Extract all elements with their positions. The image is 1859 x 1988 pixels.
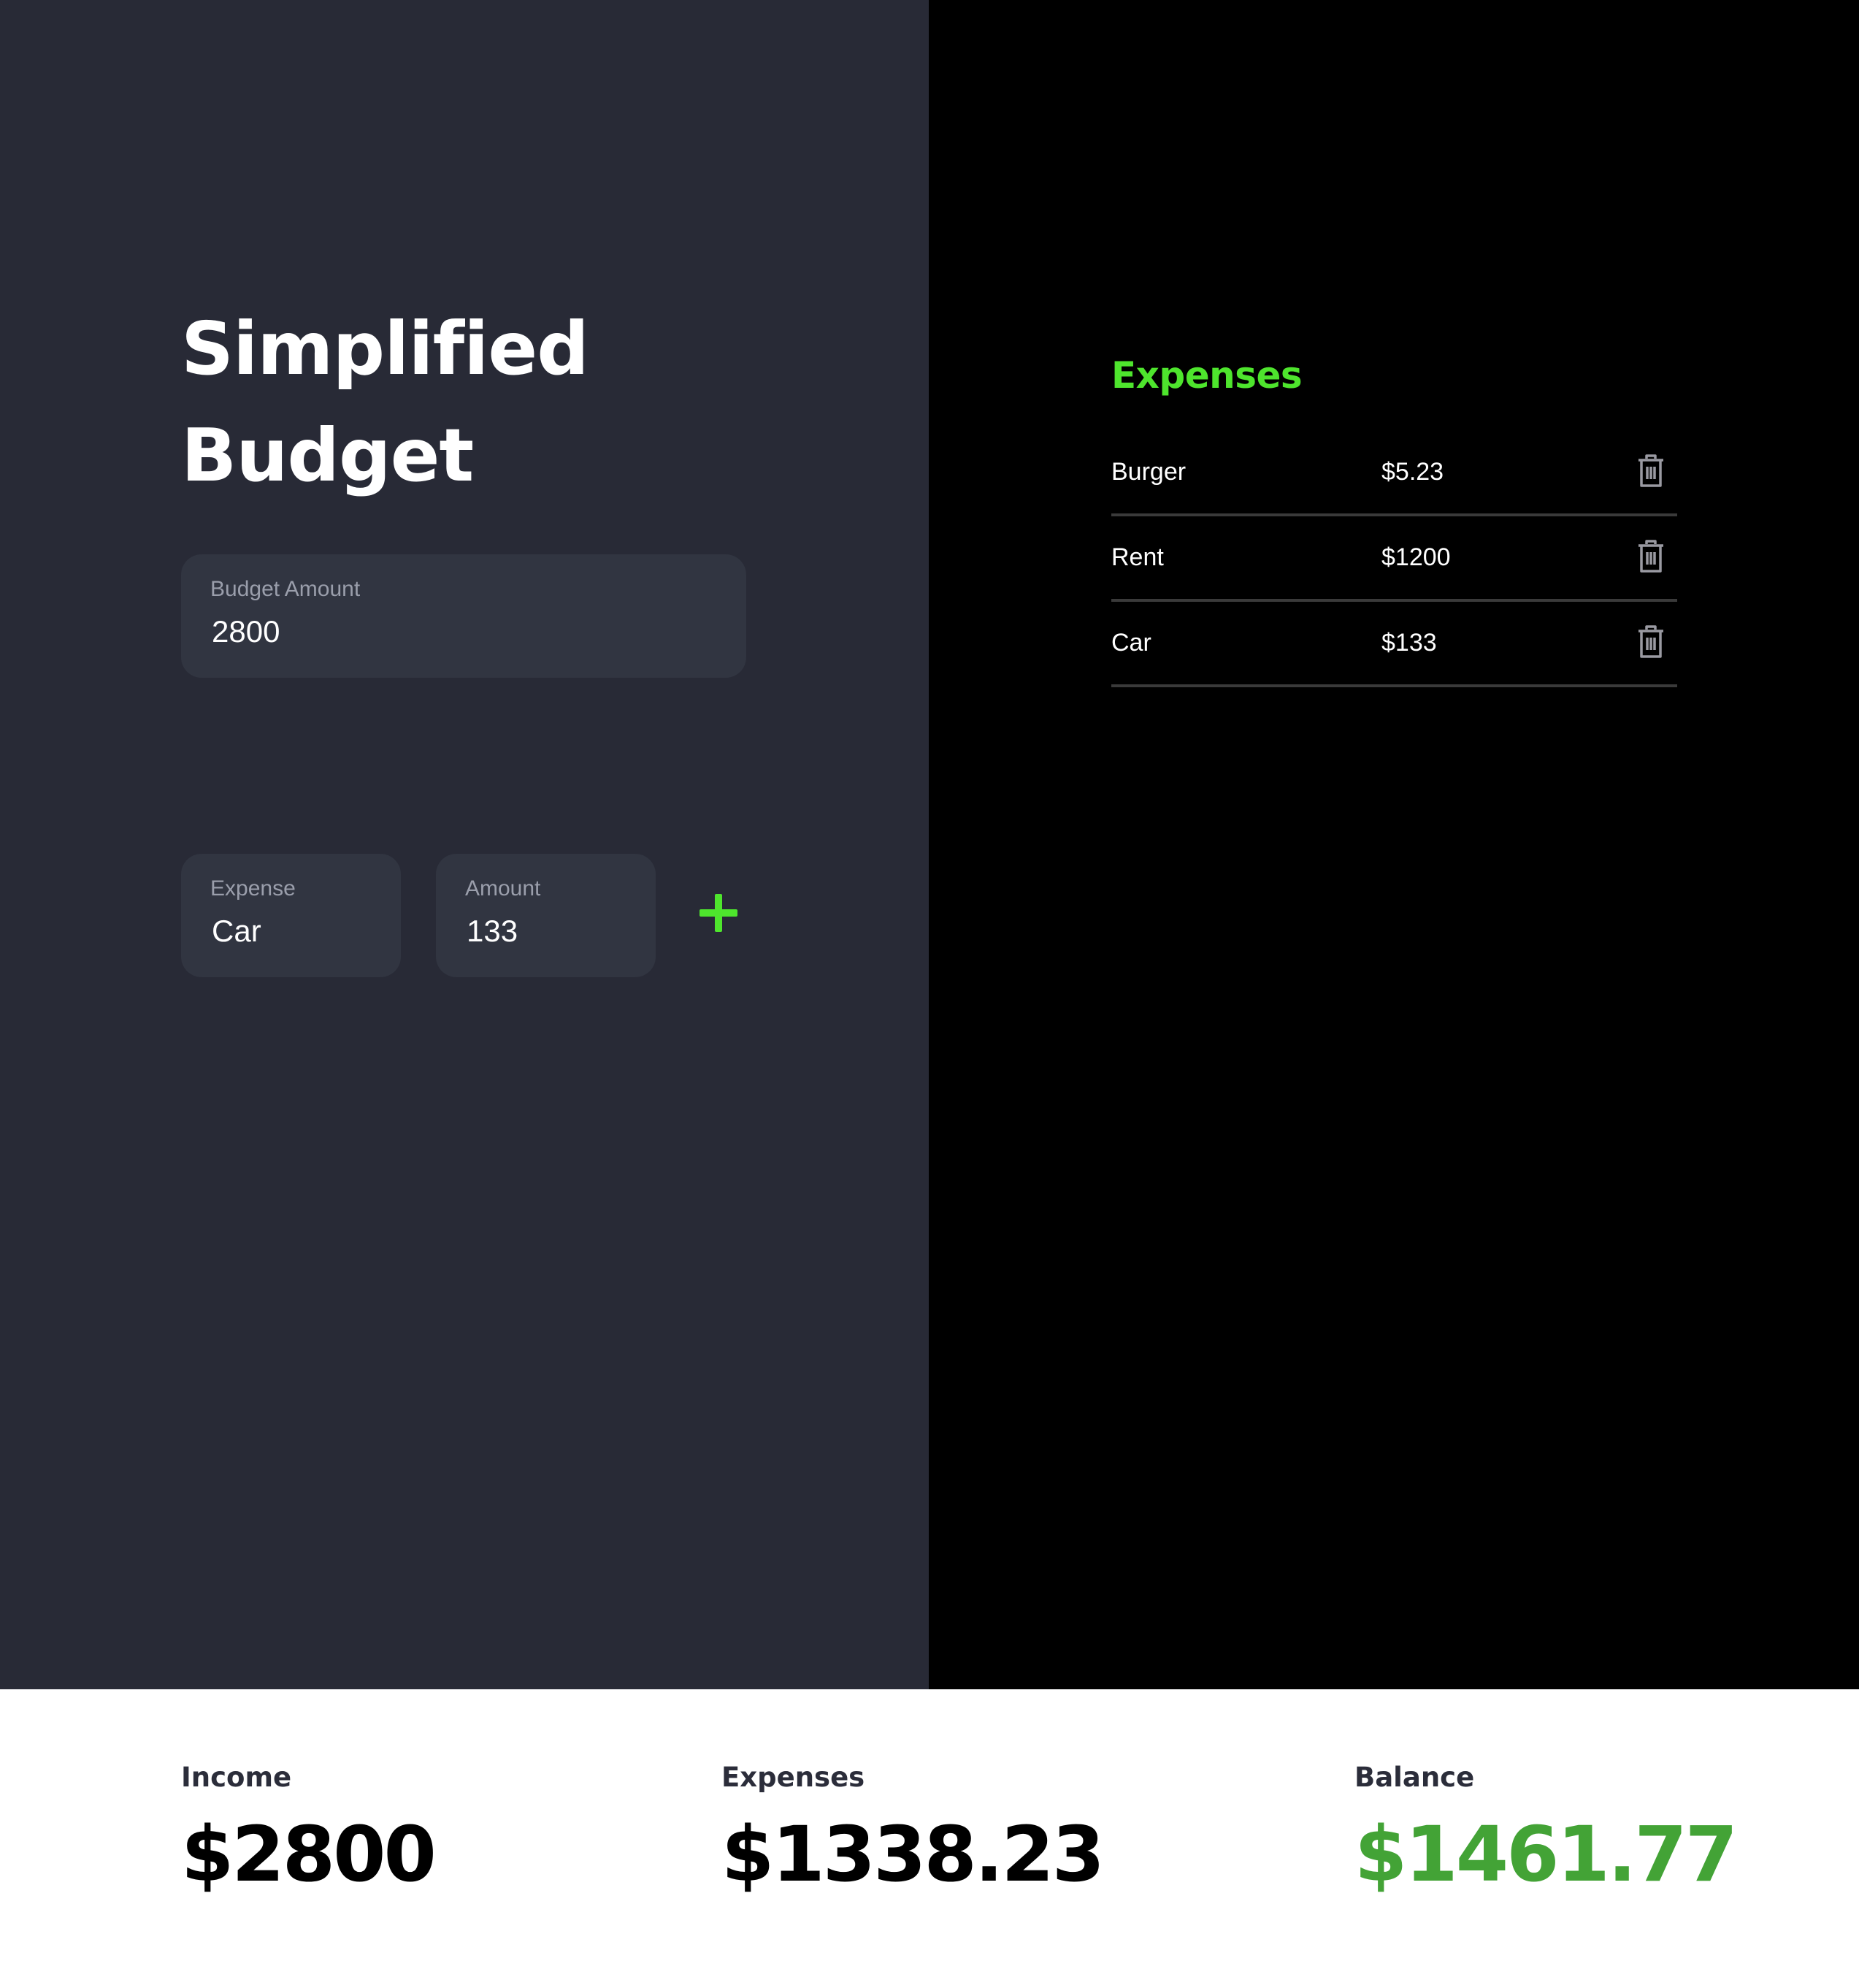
list-item: Rent $1200	[1111, 516, 1677, 602]
expenses-heading: Expenses	[1111, 354, 1303, 397]
title-line-1: Simplified	[181, 306, 589, 391]
budget-amount-input[interactable]	[212, 613, 664, 651]
trash-icon[interactable]	[1636, 540, 1666, 573]
expense-item-name: Car	[1111, 629, 1151, 657]
expense-item-name: Burger	[1111, 458, 1187, 486]
income-label: Income	[181, 1762, 292, 1793]
expenses-list-panel: Expenses Burger $5.23 Rent $1200 Car $13…	[929, 0, 1859, 1689]
list-item: Car $133	[1111, 602, 1677, 687]
summary-bar: Income $2800 Expenses $1338.23 Balance $…	[0, 1689, 1859, 1988]
expense-name-input[interactable]	[212, 912, 388, 950]
balance-label: Balance	[1354, 1762, 1475, 1793]
expense-amount-field[interactable]: Amount	[436, 854, 656, 977]
budget-amount-field[interactable]: Budget Amount	[181, 554, 746, 678]
trash-icon[interactable]	[1636, 454, 1666, 488]
balance-stat: Balance $1461.77	[1354, 1761, 1738, 1899]
budget-input-panel: Simplified Budget Budget Amount Expense …	[0, 0, 929, 1689]
expenses-total-label: Expenses	[721, 1762, 865, 1793]
balance-value: $1461.77	[1354, 1810, 1738, 1899]
page-title: Simplified Budget	[181, 296, 692, 509]
expense-name-label: Expense	[210, 876, 296, 901]
expense-amount-input[interactable]	[467, 912, 643, 950]
list-item: Burger $5.23	[1111, 431, 1677, 516]
expenses-total-value: $1338.23	[721, 1810, 1105, 1899]
expense-amount-label: Amount	[465, 876, 541, 901]
expense-name-field[interactable]: Expense	[181, 854, 401, 977]
expenses-stat: Expenses $1338.23	[721, 1761, 1105, 1899]
income-value: $2800	[181, 1810, 437, 1899]
expense-item-amount: $1200	[1381, 543, 1451, 571]
title-line-2: Budget	[181, 413, 474, 498]
expense-list: Burger $5.23 Rent $1200 Car $133	[1111, 431, 1677, 687]
add-expense-button[interactable]	[694, 888, 743, 938]
expense-item-amount: $133	[1381, 629, 1437, 657]
trash-icon[interactable]	[1636, 625, 1666, 659]
expense-item-name: Rent	[1111, 543, 1164, 571]
expense-item-amount: $5.23	[1381, 458, 1444, 486]
budget-amount-label: Budget Amount	[210, 577, 361, 601]
income-stat: Income $2800	[181, 1761, 437, 1899]
